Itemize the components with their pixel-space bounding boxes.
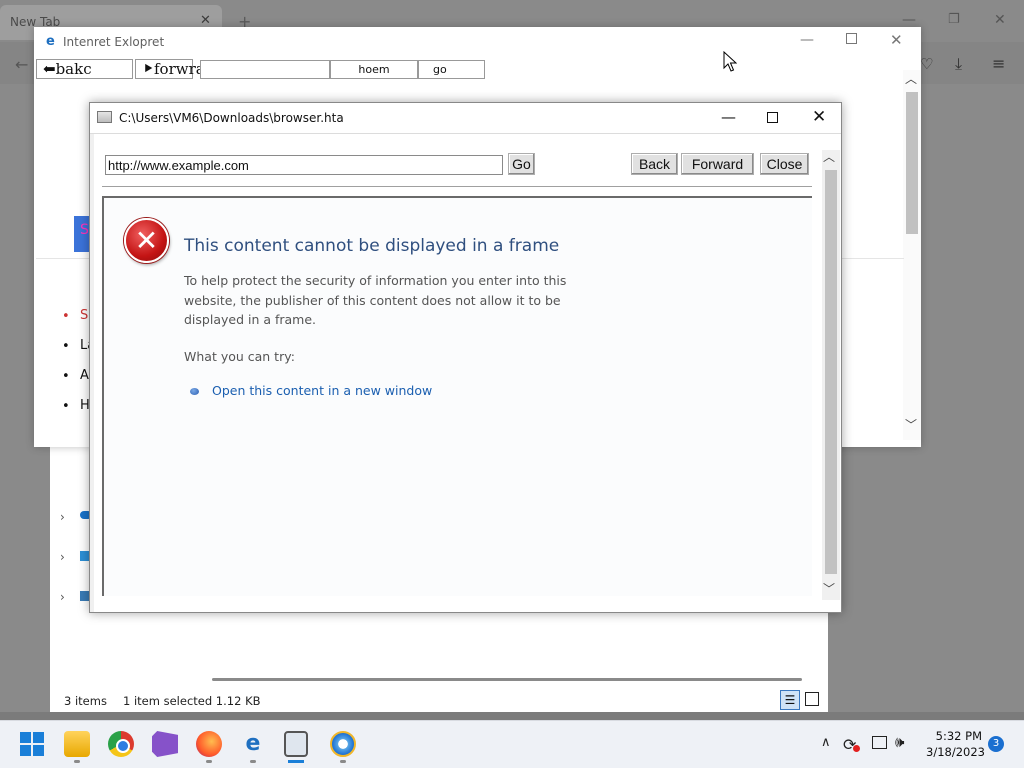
scrollbar-thumb[interactable]	[906, 92, 918, 234]
items-count: 3 items	[64, 694, 107, 708]
details-view-icon[interactable]: ☰	[780, 690, 800, 710]
list-bullet: •	[62, 339, 70, 354]
go-button[interactable]: Go	[508, 153, 535, 175]
scroll-down-icon[interactable]: ﹀	[905, 416, 917, 433]
go-button[interactable]: go	[418, 60, 485, 79]
notification-badge[interactable]: 3	[988, 736, 1004, 752]
firefox-icon[interactable]	[196, 731, 222, 757]
window-title: Intenret Exlopret	[63, 35, 165, 49]
list-bullet: •	[62, 399, 70, 414]
internet-explorer-icon[interactable]: e	[240, 731, 266, 757]
running-indicator	[340, 760, 346, 763]
close-icon[interactable]: ✕	[890, 31, 903, 49]
forward-button[interactable]: ⯈forwrad	[135, 59, 214, 79]
ie-logo-icon: e	[46, 34, 55, 49]
back-arrow-icon[interactable]: ←	[15, 55, 28, 74]
banner-text: S	[80, 222, 89, 238]
minimize-icon[interactable]: —	[721, 108, 736, 126]
running-indicator	[206, 760, 212, 763]
scroll-up-icon[interactable]: ︿	[905, 70, 917, 87]
url-input[interactable]	[105, 155, 503, 175]
bullet-icon	[190, 388, 199, 395]
expand-chevron-icon[interactable]: ›	[60, 590, 65, 604]
open-new-window-link[interactable]: Open this content in a new window	[212, 383, 432, 398]
error-title: This content cannot be displayed in a fr…	[184, 236, 560, 256]
hta-app-icon[interactable]	[284, 731, 308, 757]
minimize-icon[interactable]: —	[800, 32, 814, 48]
hta-app-icon	[97, 111, 112, 123]
window-title: C:\Users\VM6\Downloads\browser.hta	[119, 111, 344, 125]
active-indicator	[288, 760, 304, 763]
close-icon[interactable]: ✕	[812, 107, 826, 127]
tab-close-icon[interactable]: ✕	[200, 13, 211, 28]
expand-chevron-icon[interactable]: ›	[60, 550, 65, 564]
error-description: To help protect the security of informat…	[184, 273, 567, 327]
selection-info: 1 item selected 1.12 KB	[123, 694, 261, 708]
error-icon: ✕	[124, 218, 169, 263]
minimize-icon[interactable]: —	[902, 12, 916, 28]
expand-chevron-icon[interactable]: ›	[60, 510, 65, 524]
chrome-icon[interactable]	[108, 731, 134, 757]
large-icons-view-icon[interactable]	[805, 692, 819, 706]
forward-button[interactable]: Forward	[681, 153, 754, 175]
clock-time[interactable]: 5:32 PM	[930, 729, 982, 743]
restore-icon[interactable]: ❐	[948, 12, 960, 27]
try-heading: What you can try:	[184, 349, 295, 364]
list-item[interactable]: S	[80, 308, 88, 323]
close-button[interactable]: Close	[760, 153, 809, 175]
list-bullet: •	[62, 309, 70, 324]
hamburger-menu-icon[interactable]: ≡	[992, 54, 1005, 73]
running-indicator	[74, 760, 80, 763]
maximize-icon[interactable]	[846, 33, 857, 44]
show-hidden-icons-icon[interactable]: ∧	[821, 735, 831, 750]
pocket-icon[interactable]: ♡	[920, 55, 933, 73]
home-button[interactable]: hoem	[330, 60, 418, 79]
content-frame	[102, 196, 812, 596]
scroll-up-icon[interactable]: ︿	[823, 148, 835, 165]
close-icon[interactable]: ✕	[994, 12, 1006, 28]
maximize-icon[interactable]	[767, 112, 778, 123]
update-badge	[853, 745, 860, 752]
toolbar-separator	[102, 186, 812, 187]
address-input[interactable]	[200, 60, 330, 79]
windows-logo-icon[interactable]	[20, 732, 44, 756]
title-divider	[90, 133, 841, 134]
back-button[interactable]: Back	[631, 153, 678, 175]
volume-icon[interactable]: 🕪	[895, 733, 904, 751]
folder-icon[interactable]	[64, 731, 90, 757]
ie-color-icon[interactable]	[330, 731, 356, 757]
scroll-down-icon[interactable]: ﹀	[823, 580, 835, 597]
running-indicator	[250, 760, 256, 763]
visual-studio-icon[interactable]	[152, 731, 178, 757]
download-icon[interactable]: ⤓	[955, 54, 962, 74]
list-bullet: •	[62, 369, 70, 384]
network-icon[interactable]	[872, 736, 887, 749]
list-item[interactable]: A	[80, 368, 89, 383]
scrollbar-thumb[interactable]	[825, 170, 837, 574]
horizontal-scrollbar[interactable]	[212, 678, 802, 681]
window-border	[90, 134, 94, 612]
clock-date[interactable]: 3/18/2023	[926, 745, 985, 759]
back-button[interactable]: ⬅bakc	[36, 59, 133, 79]
mouse-cursor-icon	[723, 51, 737, 72]
